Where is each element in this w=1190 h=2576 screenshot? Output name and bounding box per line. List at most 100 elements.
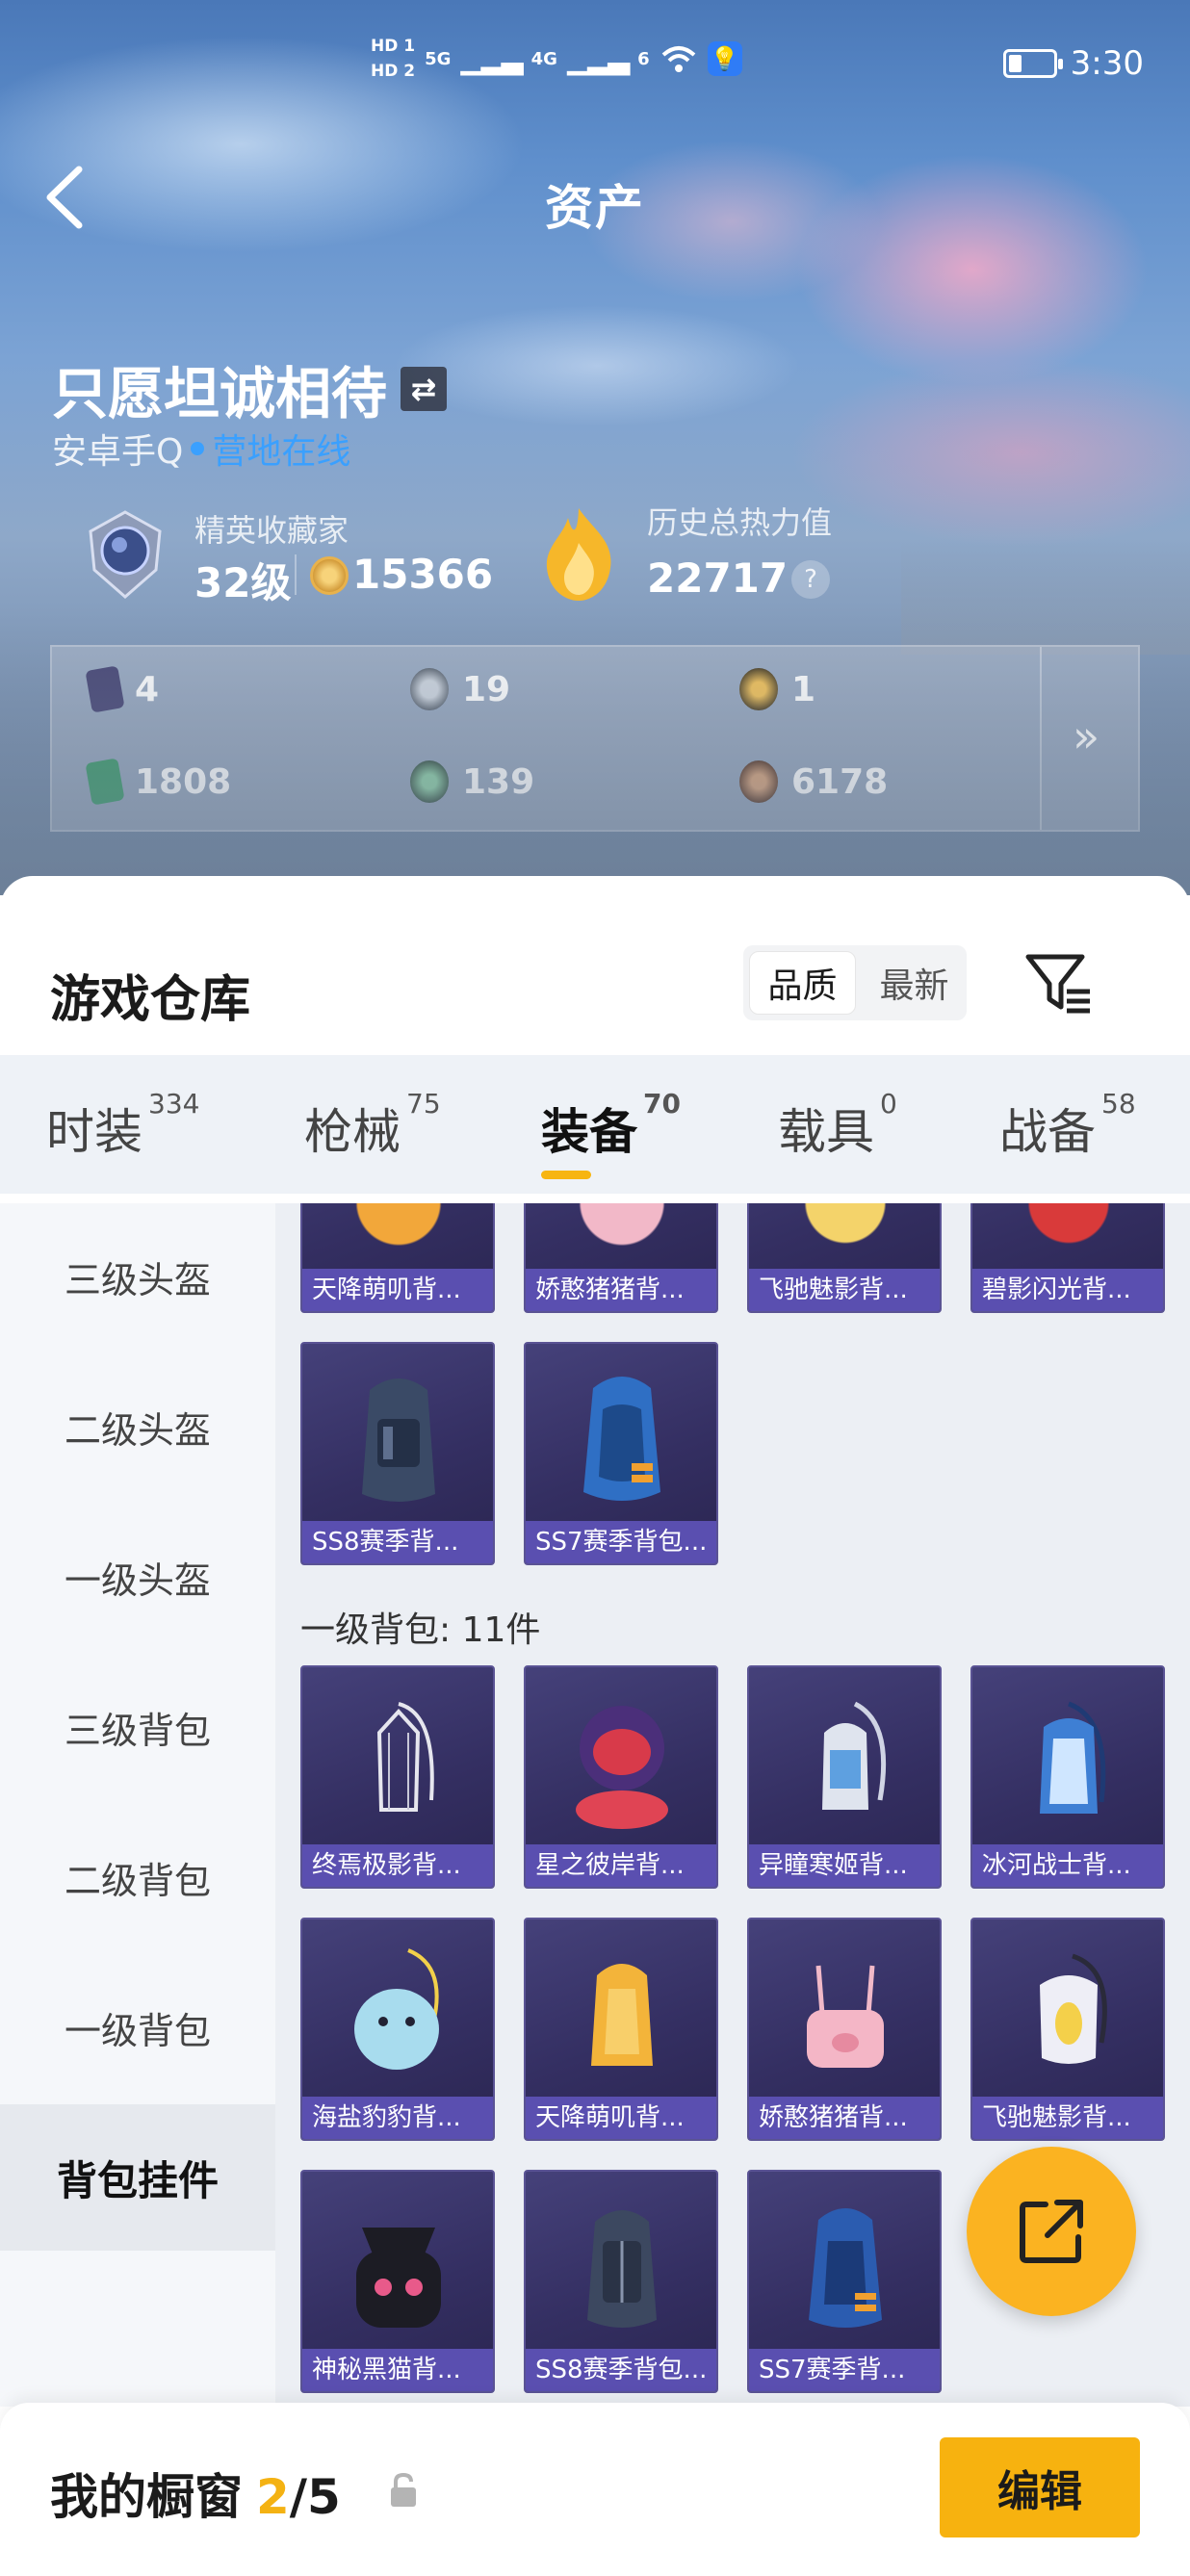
gold-medal-icon xyxy=(739,668,778,710)
stat-value: 139 xyxy=(462,761,535,802)
item-card[interactable]: SS7赛季背包... xyxy=(524,1342,718,1565)
backpack-image xyxy=(591,1964,653,2066)
stat-value: 6178 xyxy=(791,761,889,802)
switch-account-icon[interactable]: ⇄ xyxy=(401,367,448,411)
clock: 3:30 xyxy=(1070,44,1144,83)
warehouse-sheet: 游戏仓库 品质 最新 时装334 枪械75 装备70 载具0 战备58 三级头盔… xyxy=(0,876,1190,2576)
wifi-label: 6 xyxy=(637,48,650,69)
profile-hero: HD 1 HD 2 5G ▁▂▃ 4G ▁▂▃ 6 💡 3:30 资产 只愿坦诚… xyxy=(0,0,1190,895)
item-name: 天降萌叽背... xyxy=(302,1269,493,1311)
item-name: 冰河战士背... xyxy=(972,1844,1163,1887)
sidebar-item-backpack-1[interactable]: 一级背包 xyxy=(0,1954,275,2100)
edit-button[interactable]: 编辑 xyxy=(940,2437,1140,2537)
sidebar-item-helmet-3[interactable]: 三级头盔 xyxy=(0,1203,275,1350)
page-title: 资产 xyxy=(545,180,645,236)
warehouse-title: 游戏仓库 xyxy=(50,971,251,1029)
item-name: 神秘黑猫背... xyxy=(302,2349,493,2391)
backpack-image xyxy=(1040,1953,1107,2064)
signal-icon-2: ▁▂▃ xyxy=(566,41,630,76)
rank-level: 32级 xyxy=(194,559,292,606)
item-name: 飞驰魅影背... xyxy=(972,2097,1163,2139)
subcategory-sidebar: 三级头盔 二级头盔 一级头盔 三级背包 二级背包 一级背包 背包挂件 xyxy=(0,1203,275,2407)
backpack-image xyxy=(354,1948,439,2070)
tab-vehicles[interactable]: 载具0 xyxy=(778,1088,897,1163)
stat-item: 6178 xyxy=(739,760,888,803)
item-name: 娇憨猪猪背... xyxy=(526,1269,716,1311)
rank-title: 精英收藏家 xyxy=(194,512,349,549)
help-icon[interactable]: ? xyxy=(791,560,830,599)
online-dot-icon xyxy=(191,442,205,455)
section-label: 一级背包: 11件 xyxy=(300,1610,541,1650)
item-card[interactable]: 天降萌叽背... xyxy=(300,1203,495,1313)
category-tabs: 时装334 枪械75 装备70 载具0 战备58 xyxy=(0,1055,1190,1194)
backpack-image xyxy=(809,2208,882,2328)
account-subline: 安卓手Q 营地在线 xyxy=(52,424,350,474)
sidebar-item-backpack-2[interactable]: 二级背包 xyxy=(0,1804,275,1950)
item-card[interactable]: 海盐豹豹背... xyxy=(300,1918,495,2141)
lock-icon xyxy=(391,2472,416,2507)
backpack-image xyxy=(788,1203,903,1259)
sidebar-item-backpack-3[interactable]: 三级背包 xyxy=(0,1654,275,1800)
external-link-icon xyxy=(1020,2200,1083,2263)
item-card[interactable]: SS7赛季背... xyxy=(747,2170,942,2393)
heat-value: 22717 xyxy=(647,554,789,602)
platform-label: 安卓手Q xyxy=(52,432,184,472)
heat-title: 历史总热力值 xyxy=(647,504,833,541)
divider xyxy=(295,554,297,595)
net1-label: 5G xyxy=(425,48,452,69)
item-name: 海盐豹豹背... xyxy=(302,2097,493,2139)
stat-item: 139 xyxy=(410,760,534,803)
item-card[interactable]: 飞驰魅影背... xyxy=(970,1918,1165,2141)
hd2-indicator: HD 2 xyxy=(371,62,416,81)
backpack-image xyxy=(362,1378,435,1502)
stat-value: 4 xyxy=(135,669,160,709)
backpack-image xyxy=(587,2210,657,2328)
backpack-image xyxy=(376,1702,434,1812)
stat-value: 1 xyxy=(791,669,816,709)
card-icon xyxy=(85,665,125,713)
bronze-orb-icon xyxy=(739,760,778,803)
filter-icon[interactable] xyxy=(1024,949,1094,1017)
sort-newest-button[interactable]: 最新 xyxy=(862,945,967,1020)
item-card[interactable]: SS8赛季背... xyxy=(300,1342,495,1565)
tab-weapons[interactable]: 枪械75 xyxy=(304,1088,441,1163)
sort-quality-button[interactable]: 品质 xyxy=(749,951,856,1015)
hd1-indicator: HD 1 xyxy=(371,37,416,56)
item-name: 终焉极影背... xyxy=(302,1844,493,1887)
stat-item: 1808 xyxy=(85,758,231,806)
showcase-label: 我的橱窗 2/5 xyxy=(50,2459,341,2528)
backpack-image xyxy=(807,1965,884,2068)
sidebar-item-helmet-1[interactable]: 一级头盔 xyxy=(0,1504,275,1650)
backpack-image xyxy=(822,1701,887,1810)
showcase-title: 我的橱窗 xyxy=(50,2469,243,2525)
item-card[interactable]: 终焉极影背... xyxy=(300,1665,495,1889)
tab-fashion[interactable]: 时装334 xyxy=(46,1088,199,1163)
more-arrow-icon[interactable]: » xyxy=(1073,710,1099,762)
online-status: 营地在线 xyxy=(212,432,351,472)
backpack-image xyxy=(341,1203,456,1259)
item-card[interactable]: SS8赛季背包... xyxy=(524,2170,718,2393)
item-card[interactable]: 碧影闪光背... xyxy=(970,1203,1165,1313)
item-card[interactable]: 神秘黑猫背... xyxy=(300,2170,495,2393)
item-card[interactable]: 飞驰魅影背... xyxy=(747,1203,942,1313)
currency-panel[interactable]: 4 19 1 1808 139 6178 » xyxy=(50,645,1140,832)
divider xyxy=(1040,647,1042,830)
tab-equipment[interactable]: 装备70 xyxy=(541,1088,681,1163)
sidebar-item-backpack-charm[interactable]: 背包挂件 xyxy=(0,2104,275,2251)
item-card[interactable]: 异瞳寒姬背... xyxy=(747,1665,942,1889)
item-card[interactable]: 冰河战士背... xyxy=(970,1665,1165,1889)
item-card[interactable]: 娇憨猪猪背... xyxy=(524,1203,718,1313)
rank-badge-icon xyxy=(89,510,162,599)
battery-icon xyxy=(1002,49,1063,78)
active-tab-indicator xyxy=(541,1171,591,1179)
item-card[interactable]: 娇憨猪猪背... xyxy=(747,1918,942,2141)
stat-item: 19 xyxy=(410,668,510,710)
showcase-bar: 我的橱窗 2/5 编辑 xyxy=(0,2403,1190,2576)
tab-supplies[interactable]: 战备58 xyxy=(999,1088,1136,1163)
share-button[interactable] xyxy=(967,2147,1136,2316)
backpack-image xyxy=(1011,1203,1126,1259)
signal-icon: ▁▂▃ xyxy=(460,41,523,76)
item-card[interactable]: 星之彼岸背... xyxy=(524,1665,718,1889)
item-card[interactable]: 天降萌叽背... xyxy=(524,1918,718,2141)
sidebar-item-helmet-2[interactable]: 二级头盔 xyxy=(0,1353,275,1500)
